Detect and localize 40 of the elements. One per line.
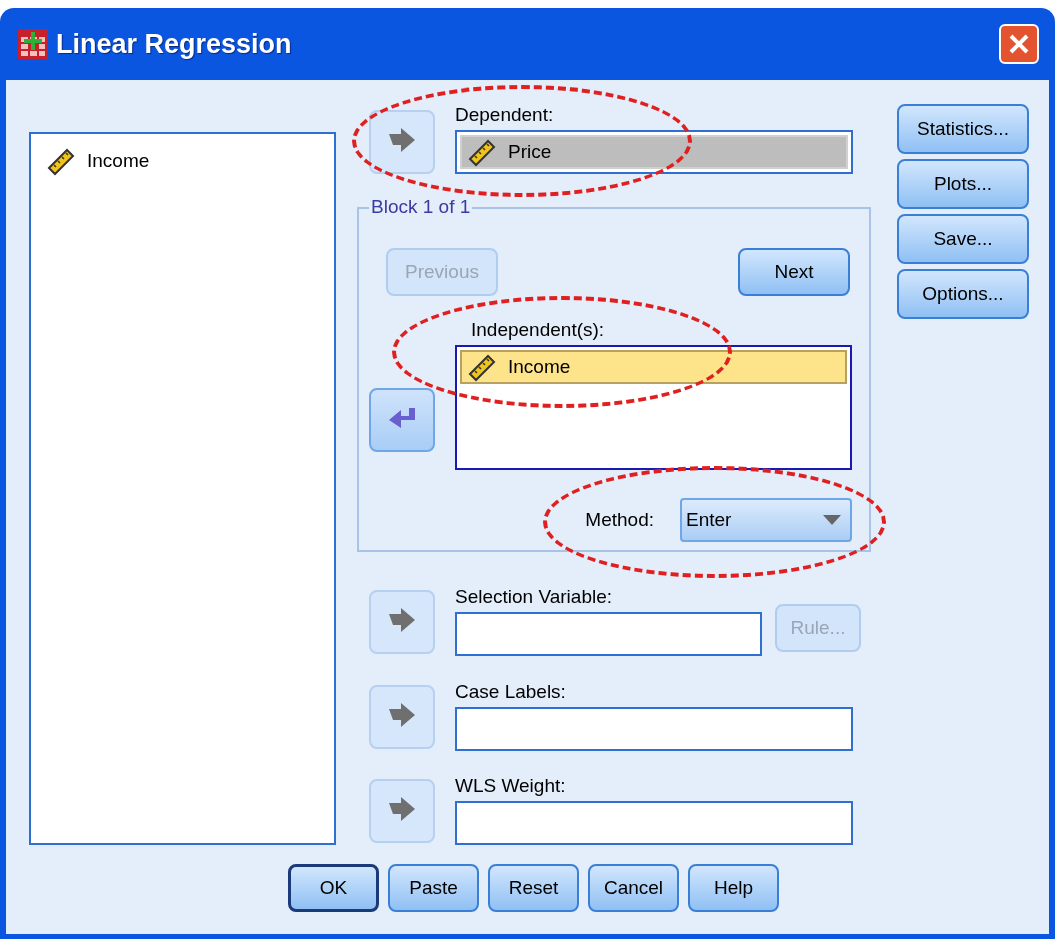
dialog-button[interactable]: Plots... (897, 159, 1029, 209)
next-button[interactable]: Next (738, 248, 850, 296)
method-dropdown[interactable]: Enter (680, 498, 852, 542)
dialog-button[interactable]: Paste (388, 864, 479, 912)
dialog-button[interactable]: Options... (897, 269, 1029, 319)
variable-item[interactable]: Income (39, 142, 326, 180)
field-label: Case Labels: (455, 680, 567, 704)
field-label: WLS Weight: (455, 774, 567, 798)
field-label: Selection Variable: (455, 585, 614, 609)
input-field[interactable] (455, 612, 762, 656)
dialog-button[interactable]: Help (688, 864, 779, 912)
item-label: Income (508, 354, 571, 379)
move-button[interactable] (369, 388, 435, 452)
ruler-icon (468, 137, 498, 167)
move-button[interactable] (369, 590, 435, 654)
dialog-button[interactable]: Save... (897, 214, 1029, 264)
ruler-icon (468, 352, 498, 382)
item-label: Income (87, 148, 150, 173)
window-title: Linear Regression (56, 27, 292, 61)
close-icon (1007, 32, 1031, 56)
input-field[interactable] (455, 801, 853, 845)
move-button[interactable] (369, 110, 435, 174)
move-button[interactable] (369, 779, 435, 843)
ruler-icon (47, 146, 77, 176)
dialog-button[interactable]: Cancel (588, 864, 679, 912)
variable-item[interactable]: Income (460, 350, 847, 384)
app-icon (18, 29, 48, 59)
item-label: Price (508, 139, 552, 164)
field-label: Dependent: (455, 103, 555, 127)
dropdown-arrow-icon (822, 514, 842, 526)
variable-list[interactable]: Income (29, 132, 336, 845)
dialog-button[interactable]: Statistics... (897, 104, 1029, 154)
independents-list[interactable]: Income (455, 345, 852, 470)
close-button[interactable] (999, 24, 1039, 64)
move-button[interactable] (369, 685, 435, 749)
dialog-button[interactable]: Reset (488, 864, 579, 912)
dialog-button[interactable]: OK (288, 864, 379, 912)
method-label: Method: (585, 507, 654, 532)
field-label: Independent(s): (471, 318, 606, 342)
input-field[interactable] (455, 707, 853, 751)
